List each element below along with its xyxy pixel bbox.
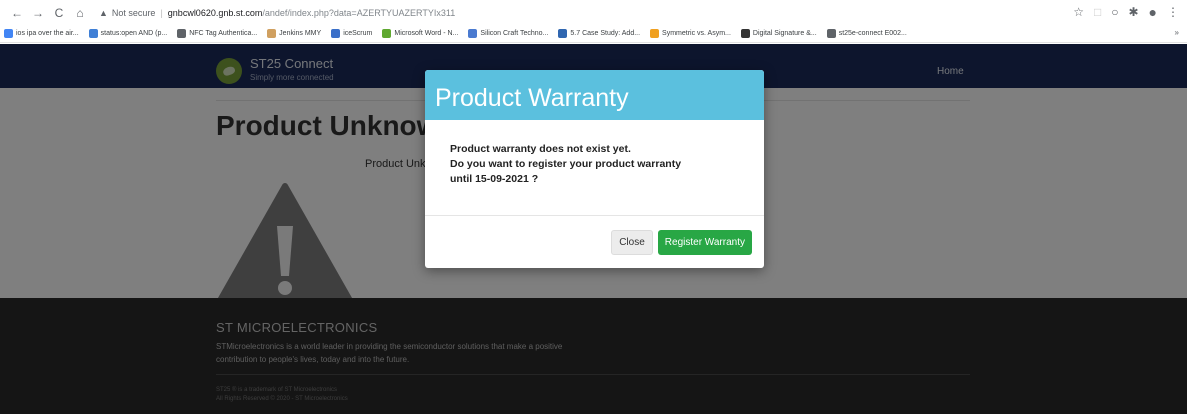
bookmark-item[interactable]: Digital Signature &... [740,29,817,38]
bookmark-favicon-icon [177,29,187,38]
bookmarks-bar: ios ipa over the air... status:open AND (… [0,25,1187,43]
address-bar[interactable]: ▲ Not secure | gnbcwl0620.gnb.st.com /an… [99,8,455,18]
bookmark-item[interactable]: ios ipa over the air... [4,29,79,38]
browser-actions: ☆ □ ○ ✱ ● ⋮ [1073,4,1179,20]
home-icon[interactable]: ⌂ [71,4,89,22]
bookmark-label: Jenkins MMY [279,30,322,37]
bookmark-label: Silicon Craft Techno... [480,30,549,37]
profile-icon[interactable]: ● [1149,4,1157,20]
bookmark-item[interactable]: 5.7 Case Study: Add... [558,29,640,38]
bookmark-item[interactable]: status:open AND (p... [88,29,168,38]
url-host: gnbcwl0620.gnb.st.com [167,7,263,18]
bookmark-favicon-icon [826,29,836,38]
back-icon[interactable]: ← [8,4,26,22]
bookmark-item[interactable]: NFC Tag Authentica... [177,29,257,38]
address-separator: | [160,7,163,18]
bookmark-favicon-icon [650,29,660,38]
bookmark-favicon-icon [331,29,341,38]
opera-icon[interactable]: ○ [1111,5,1118,19]
modal-footer: Close Register Warranty [425,216,764,268]
modal-message-line-2: Do you want to register your product war… [450,158,682,170]
bookmark-label: NFC Tag Authentica... [189,30,258,37]
modal-header: Product Warranty [425,70,764,120]
bookmark-favicon-icon [558,29,568,38]
extension-icon[interactable]: □ [1094,5,1101,19]
puzzle-icon[interactable]: ✱ [1128,5,1138,19]
bookmark-favicon-icon [88,29,98,38]
bookmark-label: iceScrum [343,30,373,37]
modal-message-line-3: until 15-09-2021 ? [450,173,539,185]
insecure-label: Not secure [111,7,156,18]
bookmark-label: ios ipa over the air... [16,30,79,37]
star-icon[interactable]: ☆ [1073,5,1084,19]
bookmark-item[interactable]: iceScrum [331,29,372,38]
bookmark-item[interactable]: Silicon Craft Techno... [468,29,548,38]
bookmark-favicon-icon [382,29,392,38]
bookmark-label: 5.7 Case Study: Add... [570,30,641,37]
bookmark-item[interactable]: Jenkins MMY [267,29,321,38]
bookmark-favicon-icon [468,29,478,38]
reload-icon[interactable]: C [50,4,68,22]
forward-icon[interactable]: → [29,4,47,22]
bookmark-label: status:open AND (p... [100,30,168,37]
bookmark-favicon-icon [740,29,750,38]
bookmark-label: Symmetric vs. Asym... [662,30,731,37]
browser-toolbar: ← → C ⌂ ▲ Not secure | gnbcwl0620.gnb.st… [0,0,1187,25]
bookmarks-more-icon[interactable]: » [1175,28,1179,37]
bookmark-item[interactable]: Microsoft Word - N... [382,29,458,38]
modal-body: Product warranty does not exist yet. Do … [425,120,764,216]
bookmark-favicon-icon [4,29,13,38]
bookmark-item[interactable]: Symmetric vs. Asym... [650,29,731,38]
warranty-modal: Product Warranty Product warranty does n… [425,70,764,268]
bookmark-label: Digital Signature &... [752,30,817,37]
modal-title: Product Warranty [435,84,629,112]
register-warranty-button[interactable]: Register Warranty [657,229,752,255]
bookmark-label: st25e-connect E002... [838,30,907,37]
bookmark-label: Microsoft Word - N... [394,30,459,37]
warning-icon-small: ▲ [99,7,108,18]
bookmark-favicon-icon [267,29,277,38]
close-button[interactable]: Close [611,229,653,255]
modal-message-line-1: Product warranty does not exist yet. [450,143,631,155]
menu-icon[interactable]: ⋮ [1167,5,1179,19]
url-path: /andef/index.php?data=AZERTYUAZERTYIx311 [262,7,456,18]
bookmark-item[interactable]: st25e-connect E002... [826,29,907,38]
